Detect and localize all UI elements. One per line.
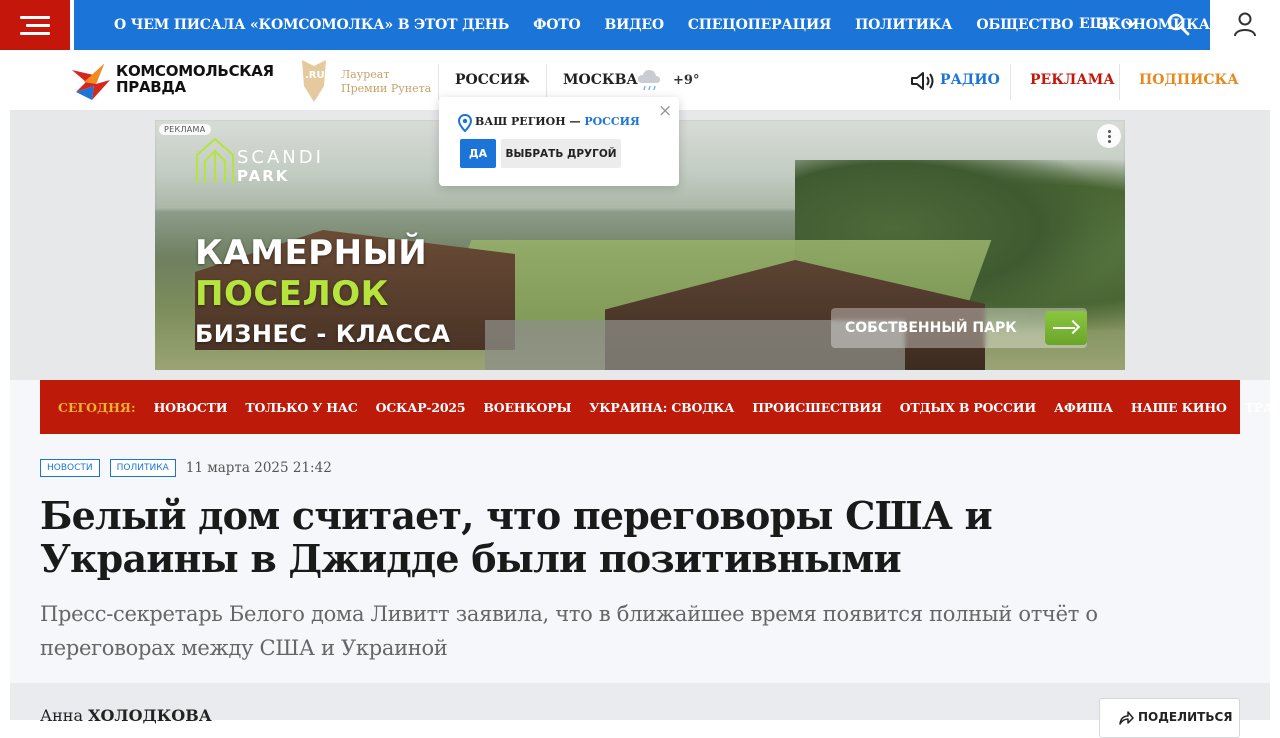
- nav-item-politics[interactable]: ПОЛИТИКА: [855, 17, 952, 33]
- today-item-afisha[interactable]: АФИША: [1054, 400, 1113, 415]
- radio-link[interactable]: РАДИО: [940, 72, 1000, 88]
- share-icon: [1119, 711, 1134, 725]
- nav-item-society[interactable]: ОБЩЕСТВО: [976, 17, 1073, 33]
- laureate-line-2: Премии Рунета: [341, 82, 432, 95]
- scandi-park-logo-icon: [196, 137, 234, 183]
- confirm-region-button[interactable]: ДА: [460, 139, 496, 168]
- nav-more[interactable]: ЕЩЕ: [1079, 16, 1118, 32]
- close-icon[interactable]: ×: [658, 101, 672, 121]
- today-item-incidents[interactable]: ПРОИСШЕСТВИЯ: [752, 400, 882, 415]
- arrow-right-icon: [1045, 311, 1087, 345]
- region-question-value: РОССИЯ: [584, 115, 640, 128]
- nav-item-photo[interactable]: ФОТО: [533, 17, 580, 33]
- banner-headline-1: КАМЕРНЫЙ: [195, 233, 428, 273]
- author-first-name: Анна: [40, 706, 83, 725]
- article-headline: Белый дом считает, что переговоры США и …: [40, 493, 993, 581]
- today-item-travel[interactable]: ОТДЫХ В РОССИИ: [900, 400, 1037, 415]
- today-item-our-cinema[interactable]: НАШЕ КИНО: [1131, 400, 1227, 415]
- divider: [438, 64, 439, 100]
- scandi-park-brand: SCANDI PARK: [237, 148, 324, 186]
- weather-temperature: +9°: [673, 73, 700, 88]
- rain-cloud-icon: [638, 70, 660, 91]
- choose-other-region-button[interactable]: ВЫБРАТЬ ДРУГОЙ: [501, 139, 621, 168]
- banner-cta-button[interactable]: СОБСТВЕННЫЙ ПАРК: [831, 308, 1087, 348]
- region-question: ВАШ РЕГИОН — РОССИЯ: [475, 115, 640, 128]
- laureate-line-1: Лауреат: [341, 68, 390, 81]
- today-item-exclusive[interactable]: ТОЛЬКО У НАС: [245, 400, 357, 415]
- top-navigation: О ЧЕМ ПИСАЛА «КОМСОМОЛКА» В ЭТОТ ДЕНЬ ФО…: [0, 0, 1280, 50]
- nav-item-special-operation[interactable]: СПЕЦОПЕРАЦИЯ: [688, 17, 831, 33]
- ad-label: РЕКЛАМА: [159, 124, 211, 135]
- share-label: ПОДЕЛИТЬСЯ: [1138, 710, 1233, 724]
- advertising-link[interactable]: РЕКЛАМА: [1030, 72, 1115, 88]
- user-icon[interactable]: [1232, 11, 1258, 37]
- more-options-icon[interactable]: [1097, 124, 1121, 148]
- brand-line-1: SCANDI: [237, 147, 324, 168]
- article-meta: НОВОСТИ ПОЛИТИКА 11 марта 2025 21:42: [40, 459, 332, 477]
- hamburger-icon: [20, 11, 50, 40]
- weather-city[interactable]: МОСКВА: [563, 72, 638, 88]
- today-item-ukraine-summary[interactable]: УКРАИНА: СВОДКА: [589, 400, 734, 415]
- nav-item-video[interactable]: ВИДЕО: [604, 17, 664, 33]
- banner-cta-label: СОБСТВЕННЫЙ ПАРК: [845, 320, 1017, 336]
- today-label: СЕГОДНЯ:: [58, 399, 136, 415]
- tag-news[interactable]: НОВОСТИ: [40, 459, 100, 477]
- share-button[interactable]: ПОДЕЛИТЬСЯ: [1099, 698, 1240, 738]
- region-popup: ВАШ РЕГИОН — РОССИЯ × ДА ВЫБРАТЬ ДРУГОЙ: [439, 97, 679, 186]
- author-name[interactable]: Анна ХОЛОДКОВА: [40, 706, 212, 725]
- region-question-label: ВАШ РЕГИОН —: [475, 115, 585, 128]
- banner-headline-3: БИЗНЕС - КЛАССА: [195, 320, 451, 348]
- logo-text[interactable]: КОМСОМОЛЬСКАЯ ПРАВДА: [116, 63, 274, 95]
- nav-item-this-day[interactable]: О ЧЕМ ПИСАЛА «КОМСОМОЛКА» В ЭТОТ ДЕНЬ: [114, 17, 509, 33]
- today-item-news[interactable]: НОВОСТИ: [154, 400, 228, 415]
- divider: [1119, 64, 1120, 100]
- svg-text:.RU: .RU: [305, 70, 325, 81]
- article-lede: Пресс-секретарь Белого дома Ливитт заяви…: [40, 602, 1098, 660]
- logo-line-1: КОМСОМОЛЬСКАЯ: [116, 62, 274, 80]
- today-bar: СЕГОДНЯ: НОВОСТИ ТОЛЬКО У НАС ОСКАР-2025…: [40, 380, 1280, 434]
- laureate-caption: Лауреат Премии Рунета: [341, 68, 431, 96]
- today-item-oscar[interactable]: ОСКАР-2025: [376, 400, 466, 415]
- brand-line-2: PARK: [237, 167, 290, 185]
- banner-headline-2: ПОСЕЛОК: [195, 274, 389, 314]
- menu-button[interactable]: [0, 0, 70, 50]
- subscription-link[interactable]: ПОДПИСКА: [1139, 72, 1239, 88]
- author-last-name: ХОЛОДКОВА: [88, 706, 212, 725]
- speaker-icon[interactable]: [910, 70, 936, 92]
- location-pin-icon: [458, 114, 472, 132]
- divider: [546, 64, 547, 100]
- publish-date: 11 марта 2025 21:42: [185, 460, 332, 476]
- search-icon[interactable]: [1166, 12, 1190, 36]
- today-item-trump[interactable]: ТРАМП: [1245, 400, 1280, 415]
- award-icon: .RU: [302, 60, 326, 102]
- today-item-war-correspondents[interactable]: ВОЕНКОРЫ: [483, 400, 571, 415]
- tag-politics[interactable]: ПОЛИТИКА: [109, 459, 176, 477]
- divider: [1010, 64, 1011, 100]
- logo-line-2: ПРАВДА: [116, 78, 186, 96]
- section-nav: О ЧЕМ ПИСАЛА «КОМСОМОЛКА» В ЭТОТ ДЕНЬ ФО…: [74, 0, 1210, 50]
- region-selector[interactable]: РОССИЯ: [455, 72, 526, 88]
